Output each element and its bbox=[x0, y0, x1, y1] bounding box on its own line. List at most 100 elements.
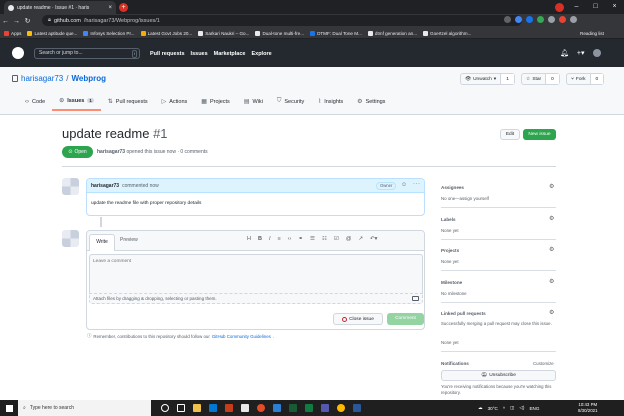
link-icon[interactable]: ⚭ bbox=[298, 236, 303, 242]
star-count[interactable]: 0 bbox=[545, 74, 559, 84]
bookmark-item[interactable]: Latest Govt Jobs 20... bbox=[140, 30, 192, 36]
community-guidelines-link[interactable]: GitHub Community Guidelines bbox=[212, 334, 271, 339]
linked-prs-gear-icon[interactable]: ⚙︎ bbox=[549, 309, 554, 316]
smiley-icon[interactable]: ☺ bbox=[401, 182, 407, 188]
kebab-menu-icon[interactable]: ··· bbox=[413, 181, 421, 187]
weather-icon[interactable]: ☁︎ bbox=[478, 405, 483, 411]
assignees-heading[interactable]: Assignees bbox=[441, 185, 464, 190]
extension-icon[interactable] bbox=[515, 16, 522, 23]
quote-icon[interactable]: ≡ bbox=[278, 236, 281, 242]
star-button[interactable]: ☆ Star 0 bbox=[521, 73, 560, 85]
back-icon[interactable]: ← bbox=[0, 18, 11, 25]
app-icon[interactable] bbox=[337, 404, 345, 412]
comment-author-avatar[interactable] bbox=[62, 178, 79, 195]
unwatch-button[interactable]: 👁︎ Unwatch ▾ 1 bbox=[460, 73, 515, 85]
task-view-icon[interactable] bbox=[177, 404, 185, 412]
close-issue-button[interactable]: Close issue bbox=[333, 313, 383, 325]
windows-start-button[interactable] bbox=[0, 400, 18, 416]
bell-icon[interactable]: 🔔︎ bbox=[560, 49, 569, 57]
close-window-icon[interactable]: × bbox=[605, 0, 624, 14]
bookmark-item[interactable]: DTMF: Dual Tone M... bbox=[310, 30, 362, 36]
calendar-icon[interactable] bbox=[273, 404, 281, 412]
numbered-list-icon[interactable]: ☷ bbox=[322, 236, 327, 242]
labels-gear-icon[interactable]: ⚙︎ bbox=[549, 215, 554, 222]
bookmark-star-icon[interactable] bbox=[504, 16, 511, 23]
maximize-icon[interactable]: □ bbox=[586, 0, 605, 14]
unsubscribe-button[interactable]: 🔕︎ Unsubscribe bbox=[441, 370, 556, 381]
volume-icon[interactable]: ◁) bbox=[519, 405, 524, 411]
bookmark-item[interactable]: Goertzel algorithm... bbox=[423, 30, 471, 36]
fork-button[interactable]: ⑂ Fork 0 bbox=[566, 73, 605, 85]
language-indicator[interactable]: ENG bbox=[529, 406, 539, 411]
watch-count[interactable]: 1 bbox=[500, 74, 514, 84]
extension-icon[interactable] bbox=[537, 16, 544, 23]
projects-gear-icon[interactable]: ⚙︎ bbox=[549, 246, 554, 253]
bookmark-item[interactable]: Apps bbox=[4, 30, 21, 36]
excel-icon[interactable] bbox=[289, 404, 297, 412]
bookmark-item[interactable]: Latest aptitude que... bbox=[27, 30, 77, 36]
comment-button[interactable]: Comment bbox=[387, 313, 424, 325]
nav-pull-requests[interactable]: Pull requests bbox=[150, 51, 185, 57]
puzzle-icon[interactable] bbox=[570, 16, 577, 23]
nav-explore[interactable]: Explore bbox=[251, 51, 271, 57]
bookmark-item[interactable]: Infosys Selection Pr... bbox=[83, 30, 135, 36]
profile-icon[interactable] bbox=[555, 3, 564, 12]
cortana-icon[interactable] bbox=[161, 404, 169, 412]
new-issue-button[interactable]: New issue bbox=[523, 129, 556, 140]
file-explorer-icon[interactable] bbox=[193, 404, 201, 412]
close-tab-icon[interactable]: × bbox=[108, 5, 112, 11]
assignees-value[interactable]: No one—assign yourself bbox=[441, 196, 489, 201]
repo-owner-link[interactable]: harisagar73 bbox=[21, 74, 63, 83]
tab-projects[interactable]: ▦ Projects bbox=[194, 97, 237, 111]
bold-icon[interactable]: B bbox=[258, 236, 262, 242]
github-logo-icon[interactable] bbox=[12, 47, 24, 59]
tab-actions[interactable]: ▷ Actions bbox=[155, 97, 195, 111]
word-icon[interactable] bbox=[353, 404, 361, 412]
markdown-icon[interactable] bbox=[412, 296, 419, 301]
store-icon[interactable] bbox=[209, 404, 217, 412]
comment-textarea[interactable]: Leave a comment bbox=[89, 254, 423, 294]
repo-name-link[interactable]: Webprog bbox=[71, 74, 106, 83]
bookmark-item[interactable]: Sarkari Naukri – Go... bbox=[198, 30, 249, 36]
preview-tab[interactable]: Preview bbox=[120, 237, 138, 243]
nav-marketplace[interactable]: Marketplace bbox=[214, 51, 246, 57]
plus-dropdown-icon[interactable]: +▾ bbox=[577, 49, 585, 57]
reading-list-button[interactable]: Reading list bbox=[580, 28, 604, 39]
projects-heading[interactable]: Projects bbox=[441, 248, 459, 253]
milestone-gear-icon[interactable]: ⚙︎ bbox=[549, 278, 554, 285]
tab-wiki[interactable]: ▤ Wiki bbox=[237, 97, 270, 111]
mention-icon[interactable]: @ bbox=[346, 236, 352, 242]
italic-icon[interactable]: I bbox=[269, 236, 271, 242]
tab-insights[interactable]: ⌇ Insights bbox=[311, 97, 350, 111]
minimize-icon[interactable]: – bbox=[567, 0, 586, 14]
write-tab[interactable]: Write bbox=[89, 234, 115, 251]
heading-icon[interactable]: H bbox=[247, 236, 251, 242]
tab-code[interactable]: ‹› Code bbox=[18, 97, 52, 111]
github-search-input[interactable]: Search or jump to... / bbox=[34, 48, 140, 59]
network-icon[interactable]: ◫ bbox=[510, 405, 514, 411]
reload-icon[interactable]: ↻ bbox=[22, 17, 33, 25]
milestone-heading[interactable]: Milestone bbox=[441, 280, 462, 285]
comment-time[interactable]: commented now bbox=[122, 183, 159, 189]
cross-reference-icon[interactable]: ↗ bbox=[358, 236, 363, 242]
taskbar-search-box[interactable]: ⌕ Type here to search bbox=[18, 400, 151, 416]
edit-button[interactable]: Edit bbox=[500, 129, 520, 140]
customize-notifications-link[interactable]: Customize bbox=[533, 361, 554, 366]
new-tab-button[interactable]: + bbox=[119, 3, 128, 12]
bulleted-list-icon[interactable]: ☰ bbox=[310, 236, 315, 242]
extension-icon[interactable] bbox=[526, 16, 533, 23]
code-icon[interactable]: ‹› bbox=[288, 236, 292, 242]
chrome-icon[interactable] bbox=[257, 404, 265, 412]
current-user-avatar[interactable] bbox=[62, 230, 79, 247]
extension-icon[interactable] bbox=[559, 16, 566, 23]
powerpoint-icon[interactable] bbox=[225, 404, 233, 412]
reply-icon[interactable]: ↶▾ bbox=[370, 236, 377, 242]
issue-author-link[interactable]: harisagar73 bbox=[97, 149, 125, 155]
linked-prs-heading[interactable]: Linked pull requests bbox=[441, 311, 486, 316]
taskbar-clock[interactable]: 10:43 PM 8/30/2021 bbox=[578, 402, 598, 414]
teams-icon[interactable] bbox=[305, 404, 313, 412]
attach-files-bar[interactable]: Attach files by dragging & dropping, sel… bbox=[89, 293, 423, 304]
fork-count[interactable]: 0 bbox=[589, 74, 604, 84]
tab-pull-requests[interactable]: ⇅ Pull requests bbox=[101, 97, 155, 111]
tab-security[interactable]: ⛉ Security bbox=[270, 97, 311, 111]
